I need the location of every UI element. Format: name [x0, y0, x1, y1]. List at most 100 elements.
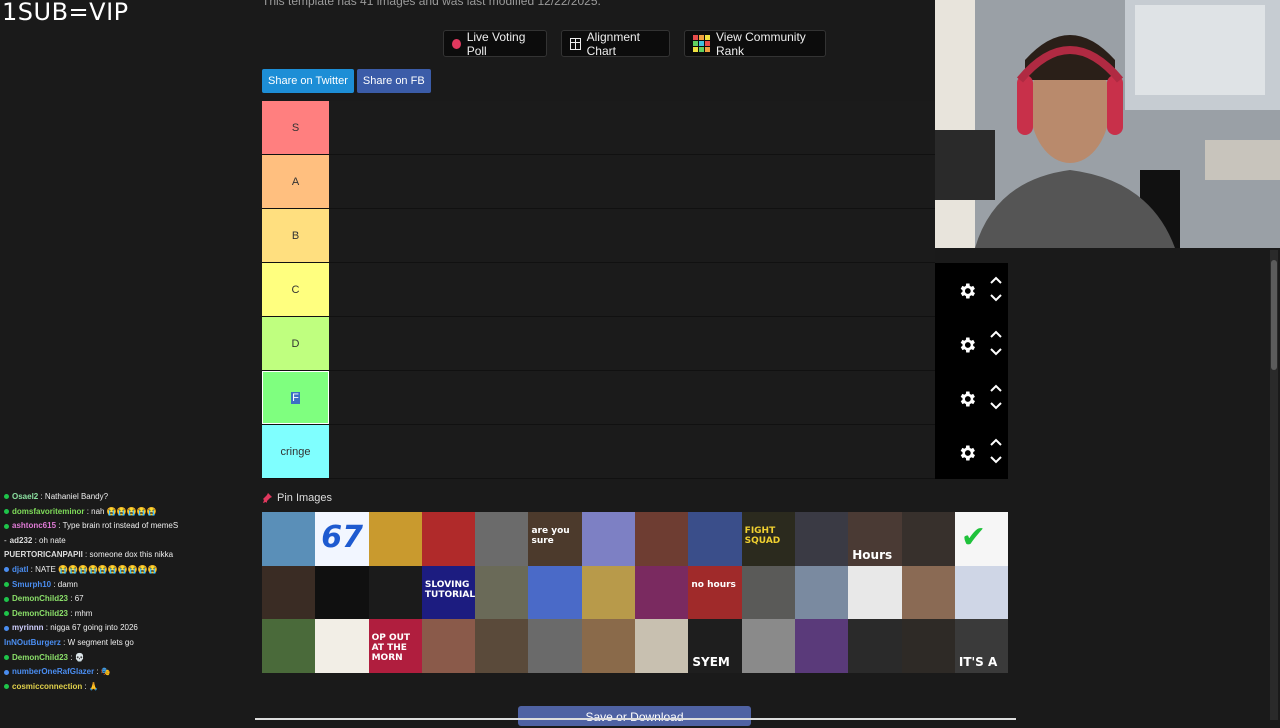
pin-images-label: Pin Images [277, 492, 333, 504]
view-community-rank-label: View Community Rank [716, 29, 806, 58]
chevron-down-icon[interactable] [989, 293, 1003, 303]
tier-drop-zone[interactable] [329, 155, 935, 208]
chat-text: mhm [74, 608, 93, 618]
pool-image[interactable] [421, 512, 476, 566]
pool-image[interactable]: ✔ [954, 512, 1009, 566]
pool-image[interactable]: 67 [315, 512, 369, 566]
pool-image[interactable]: Hours [848, 512, 902, 566]
gear-icon[interactable] [957, 443, 977, 463]
pool-image[interactable]: OP OUT AT THE MORN [368, 619, 422, 673]
chevron-down-icon[interactable] [989, 347, 1003, 357]
pool-image[interactable] [901, 619, 955, 673]
pool-image[interactable] [475, 619, 529, 673]
tier-label[interactable]: D [262, 317, 329, 370]
badge-icon [4, 654, 9, 660]
pool-image[interactable] [528, 565, 582, 619]
pool-image[interactable] [528, 619, 582, 673]
pool-image[interactable] [848, 619, 902, 673]
gear-icon[interactable] [957, 335, 977, 355]
pool-image[interactable] [741, 565, 795, 619]
pool-image[interactable] [635, 565, 689, 619]
chat-text: someone dox this nikka [89, 550, 174, 560]
pool-image[interactable] [368, 565, 422, 619]
pool-image[interactable] [794, 565, 849, 619]
pool-image[interactable] [901, 565, 955, 619]
chevron-down-icon[interactable] [989, 401, 1003, 411]
tier-drop-zone[interactable] [329, 263, 935, 316]
pool-image[interactable] [688, 512, 742, 566]
gear-icon[interactable] [957, 389, 977, 409]
pool-image[interactable] [262, 512, 316, 566]
webcam-feed [935, 0, 1280, 248]
view-community-rank-button[interactable]: View Community Rank [684, 29, 826, 58]
chevron-down-icon[interactable] [989, 455, 1003, 465]
chat-username: DemonChild23 [12, 652, 69, 662]
chat-username: ashtonc615 [12, 521, 57, 531]
tier-label-editing[interactable]: F [262, 371, 329, 424]
scrollbar[interactable] [1270, 250, 1278, 720]
chevron-up-icon[interactable] [989, 329, 1003, 339]
tier-row: D [262, 317, 935, 371]
pool-image[interactable] [315, 619, 369, 673]
tier-label[interactable]: S [262, 101, 329, 154]
chat-text: Type brain rot instead of memeS [62, 521, 179, 531]
pool-image[interactable]: are you sure [528, 512, 582, 566]
chevron-up-icon[interactable] [989, 275, 1003, 285]
pool-image[interactable] [368, 512, 422, 566]
share-fb-button[interactable]: Share on FB [356, 69, 431, 93]
pool-image[interactable] [901, 512, 955, 566]
tier-drop-zone[interactable] [329, 317, 935, 370]
pool-image[interactable] [581, 619, 636, 673]
pool-image[interactable] [475, 565, 529, 619]
tier-row: cringe [262, 425, 935, 479]
save-download-button[interactable]: Save or Download [518, 706, 751, 726]
pool-image[interactable]: FIGHT SQUAD [741, 512, 795, 566]
streamer-webcam-image [935, 0, 1280, 248]
chevron-up-icon[interactable] [989, 437, 1003, 447]
tier-label-text: cringe [280, 445, 311, 458]
chat-message: PUERTORICANPAPII : someone dox this nikk… [4, 550, 174, 560]
alignment-chart-button[interactable]: Alignment Chart [561, 30, 670, 58]
chat-username: DemonChild23 [12, 608, 69, 618]
pool-image[interactable]: IT'S A [954, 619, 1009, 673]
pool-image[interactable] [741, 619, 795, 673]
tier-drop-zone[interactable] [329, 371, 935, 424]
pin-images-toggle[interactable]: Pin Images [262, 492, 332, 504]
chevron-up-icon[interactable] [989, 383, 1003, 393]
pool-image[interactable]: SLOVING TUTORIAL [421, 565, 476, 619]
pool-image[interactable] [954, 565, 1009, 619]
pool-image[interactable] [475, 512, 529, 566]
scrollbar-thumb[interactable] [1271, 260, 1277, 370]
chat-text: 🎭 [100, 667, 111, 677]
gear-icon[interactable] [957, 281, 977, 301]
badge-icon [4, 684, 9, 690]
tier-label[interactable]: cringe [262, 425, 329, 478]
tier-label[interactable]: A [262, 155, 329, 208]
tier-label[interactable]: B [262, 209, 329, 262]
tier-drop-zone[interactable] [329, 425, 935, 478]
tier-drop-zone[interactable] [329, 209, 935, 262]
live-voting-poll-button[interactable]: Live Voting Poll [443, 30, 547, 58]
pool-image[interactable]: SYEM [688, 619, 742, 673]
pool-image[interactable] [262, 619, 316, 673]
pool-image[interactable] [421, 619, 476, 673]
share-twitter-button[interactable]: Share on Twitter [262, 69, 354, 93]
pool-image[interactable] [794, 619, 849, 673]
chat-text: 67 [74, 594, 84, 604]
pool-image[interactable] [262, 565, 316, 619]
pool-image[interactable] [635, 619, 689, 673]
pool-image[interactable] [581, 512, 636, 566]
pool-image[interactable] [635, 512, 689, 566]
pool-image[interactable] [794, 512, 849, 566]
pool-image[interactable] [581, 565, 636, 619]
tier-drop-zone[interactable] [329, 101, 935, 154]
tier-label[interactable]: C [262, 263, 329, 316]
pool-image[interactable] [315, 565, 369, 619]
chat-message: InNOutBurgerz : W segment lets go [4, 637, 134, 647]
tier-label-text-selected[interactable]: F [291, 391, 300, 404]
pool-image[interactable]: no hours [688, 565, 742, 619]
chat-text: nah 😭😭😭😭😭 [91, 506, 157, 516]
chat-username: InNOutBurgerz [4, 637, 61, 647]
pool-image[interactable] [848, 565, 902, 619]
tier-label-text: C [291, 283, 300, 296]
